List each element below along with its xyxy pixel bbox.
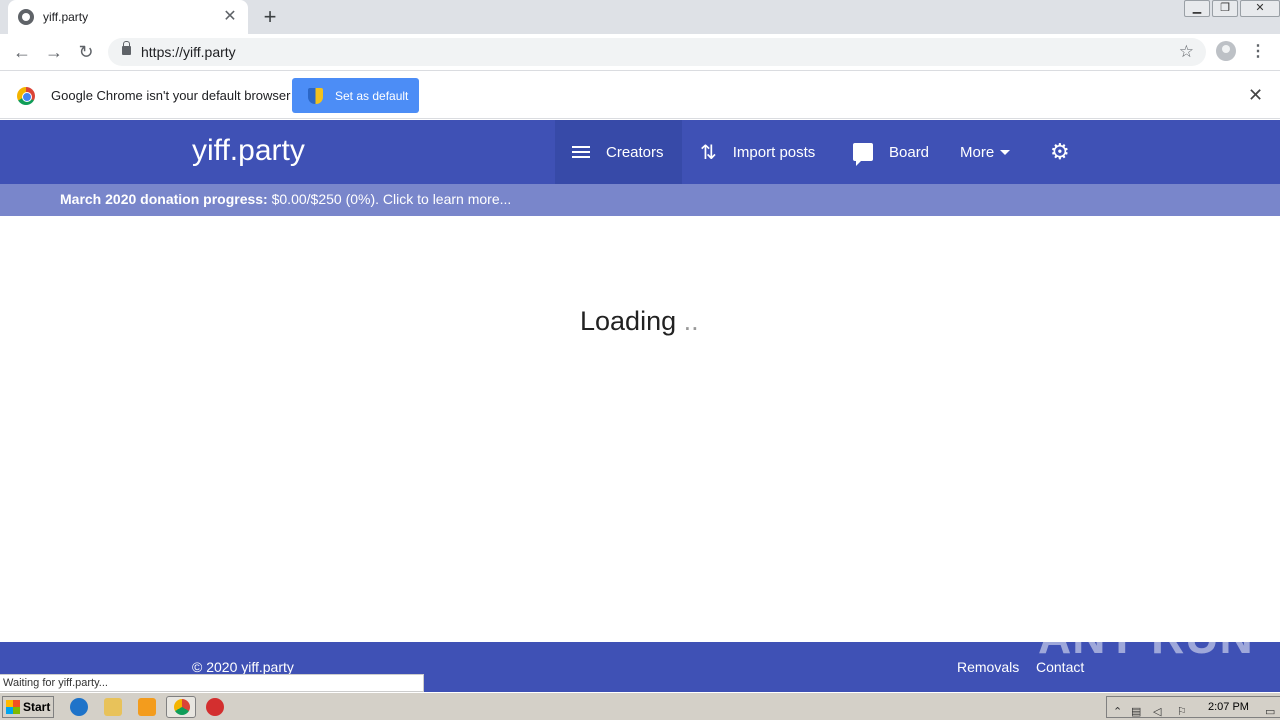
site-header: yiff.party Creators ⇅ Import posts Board… xyxy=(0,120,1280,184)
profile-avatar-icon[interactable] xyxy=(1216,41,1236,61)
url-text[interactable]: https://yiff.party xyxy=(141,44,236,60)
start-label: Start xyxy=(23,700,51,714)
default-browser-infobar: Google Chrome isn't your default browser… xyxy=(0,72,1280,119)
import-arrows-icon: ⇅ xyxy=(700,141,717,164)
window-controls: ▁ ❐ ✕ xyxy=(1182,0,1280,18)
gear-icon[interactable]: ⚙ xyxy=(1050,141,1070,163)
anyrun-watermark: ANY RUN xyxy=(1038,611,1254,663)
set-as-default-button[interactable]: Set as default xyxy=(292,78,419,113)
media-player-icon[interactable] xyxy=(138,698,156,716)
minimize-button[interactable]: ▁ xyxy=(1184,0,1210,17)
nav-creators[interactable]: Creators xyxy=(555,120,682,184)
loading-indicator: Loading .. xyxy=(580,306,699,337)
network-icon[interactable]: ▤ xyxy=(1131,705,1141,718)
address-bar[interactable]: https://yiff.party ☆ xyxy=(108,38,1206,66)
kebab-menu-icon[interactable]: ⋮ xyxy=(1250,40,1266,64)
loading-text: Loading xyxy=(580,306,677,336)
reload-icon[interactable]: ↻ xyxy=(74,40,98,64)
new-tab-button[interactable]: + xyxy=(258,5,282,29)
infobar-close-icon[interactable]: ✕ xyxy=(1248,86,1263,104)
restore-button[interactable]: ❐ xyxy=(1212,0,1238,17)
nav-board-label: Board xyxy=(889,143,930,161)
tab-title: yiff.party xyxy=(43,10,89,24)
lock-icon xyxy=(122,41,131,55)
file-explorer-icon[interactable] xyxy=(104,698,122,716)
system-tray: ⌃ ▤ ◁ ⚐ ▭ xyxy=(1106,696,1280,718)
chrome-taskbar-icon xyxy=(174,699,190,715)
internet-explorer-icon[interactable] xyxy=(70,698,88,716)
browser-status-bubble: Waiting for yiff.party... xyxy=(0,674,424,692)
set-as-default-label: Set as default xyxy=(335,88,409,103)
donation-details: $0.00/$250 (0%). Click to learn more... xyxy=(267,191,512,207)
bookmark-star-icon[interactable]: ☆ xyxy=(1179,42,1194,62)
donation-progress-banner[interactable]: March 2020 donation progress: $0.00/$250… xyxy=(0,184,1280,216)
close-window-button[interactable]: ✕ xyxy=(1240,0,1280,17)
clock: 2:07 PM xyxy=(1208,701,1249,713)
footer-copyright: © 2020 yiff.party xyxy=(192,659,294,675)
chat-icon xyxy=(853,143,873,166)
nav-more-label: More xyxy=(960,143,995,161)
list-icon xyxy=(572,146,590,158)
nav-import-posts-label: Import posts xyxy=(732,143,816,161)
browser-tab[interactable]: yiff.party ✕ xyxy=(8,0,248,34)
start-button[interactable]: Start xyxy=(2,696,54,718)
tray-expand-icon[interactable]: ⌃ xyxy=(1113,705,1122,718)
chrome-taskbar-button[interactable] xyxy=(166,696,196,718)
nav-board[interactable]: Board xyxy=(853,120,929,184)
tab-close-icon[interactable]: ✕ xyxy=(222,9,238,25)
show-desktop-icon[interactable]: ▭ xyxy=(1265,705,1275,718)
globe-icon xyxy=(18,9,34,25)
donation-title: March 2020 donation progress: xyxy=(60,191,268,207)
nav-more[interactable]: More xyxy=(960,120,1011,184)
nav-import-posts[interactable]: ⇅ Import posts xyxy=(700,120,815,184)
tab-strip: yiff.party ✕ + ▁ ❐ ✕ xyxy=(0,0,1280,34)
windows-logo-icon xyxy=(6,700,20,714)
uac-shield-icon xyxy=(308,87,323,104)
chrome-logo-icon xyxy=(17,87,35,105)
warning-app-icon[interactable] xyxy=(206,698,224,716)
caret-down-icon xyxy=(1000,149,1011,155)
site-brand[interactable]: yiff.party xyxy=(192,134,305,168)
browser-toolbar: ← → ↻ https://yiff.party ☆ ⋮ xyxy=(0,34,1280,71)
back-arrow-icon[interactable]: ← xyxy=(10,40,34,64)
windows-taskbar: Start ⌃ ▤ ◁ ⚐ ▭ 2:07 PM xyxy=(0,692,1280,720)
nav-creators-label: Creators xyxy=(606,143,664,161)
loading-dots: .. xyxy=(676,306,699,336)
infobar-message: Google Chrome isn't your default browser xyxy=(51,88,291,103)
volume-icon[interactable]: ◁ xyxy=(1153,705,1161,718)
footer-link-removals[interactable]: Removals xyxy=(957,659,1019,675)
forward-arrow-icon[interactable]: → xyxy=(42,40,66,64)
flag-icon[interactable]: ⚐ xyxy=(1177,705,1187,718)
